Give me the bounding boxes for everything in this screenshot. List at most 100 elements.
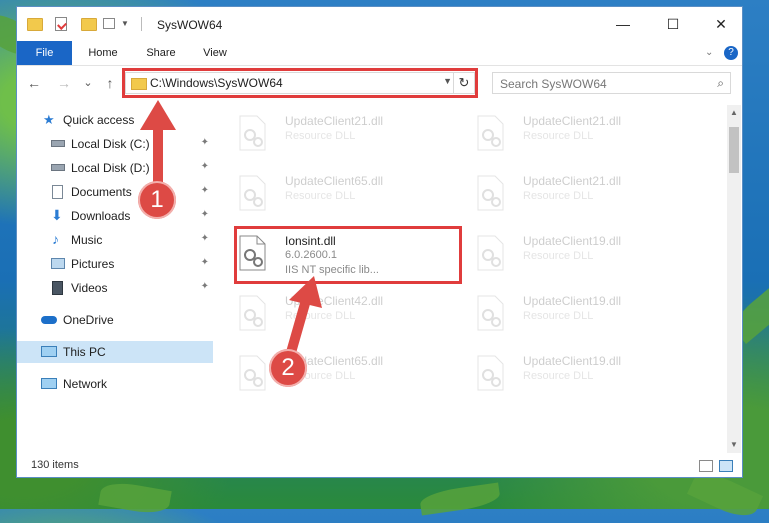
file-name: UpdateClient19.dll bbox=[523, 354, 622, 368]
sidebar-item-label: Videos bbox=[71, 281, 108, 295]
dll-file-icon bbox=[237, 295, 267, 331]
file-tile[interactable]: UpdateClient19.dll Resource DLL bbox=[451, 229, 676, 279]
file-type: Resource DLL bbox=[523, 190, 594, 202]
view-options-icon[interactable] bbox=[103, 18, 115, 29]
pin-icon[interactable]: ✦ bbox=[201, 257, 209, 268]
cloud-icon bbox=[41, 316, 57, 324]
up-button[interactable]: ↑ bbox=[101, 74, 119, 92]
large-icons-view-button[interactable] bbox=[719, 460, 733, 472]
ribbon-tabs: File Home Share View ⌄ ? bbox=[17, 41, 742, 66]
pin-icon[interactable]: ✦ bbox=[201, 209, 209, 220]
scroll-thumb[interactable] bbox=[729, 127, 739, 173]
sidebar-item-downloads[interactable]: ⬇ Downloads ✦ bbox=[17, 205, 213, 227]
videos-icon bbox=[52, 281, 63, 295]
maximize-button[interactable]: ☐ bbox=[653, 13, 693, 35]
file-tile[interactable]: UpdateClient21.dll Resource DLL bbox=[451, 169, 676, 219]
sidebar-item-onedrive[interactable]: OneDrive bbox=[17, 309, 213, 331]
file-highlight-box bbox=[234, 226, 462, 284]
tab-home[interactable]: Home bbox=[79, 41, 127, 65]
file-name: UpdateClient21.dll bbox=[523, 114, 622, 128]
dll-file-icon bbox=[475, 295, 505, 331]
file-tile[interactable]: UpdateClient42.dll Resource DLL bbox=[213, 289, 438, 339]
background-leaf bbox=[98, 479, 172, 517]
pin-icon[interactable]: ✦ bbox=[201, 185, 209, 196]
minimize-button[interactable]: — bbox=[603, 13, 643, 35]
file-name: UpdateClient19.dll bbox=[523, 294, 622, 308]
file-name: UpdateClient21.dll bbox=[523, 174, 622, 188]
new-folder-icon[interactable] bbox=[81, 18, 97, 31]
pin-icon[interactable]: ✦ bbox=[201, 161, 209, 172]
tab-file[interactable]: File bbox=[17, 41, 72, 65]
file-name: UpdateClient65.dll bbox=[285, 174, 384, 188]
back-button[interactable]: ← bbox=[25, 74, 43, 92]
dll-file-icon bbox=[475, 235, 505, 271]
sidebar-item-label: This PC bbox=[63, 345, 106, 359]
dll-file-icon bbox=[237, 175, 267, 211]
file-type: Resource DLL bbox=[523, 310, 594, 322]
file-tile[interactable]: UpdateClient19.dll Resource DLL bbox=[451, 349, 676, 399]
sidebar-item-music[interactable]: ♪ Music ✦ bbox=[17, 229, 213, 251]
navigation-pane: ★ Quick access Local Disk (C:) ✦ Local D… bbox=[17, 105, 213, 445]
tab-view[interactable]: View bbox=[193, 41, 237, 65]
file-type: Resource DLL bbox=[285, 190, 356, 202]
sidebar-item-videos[interactable]: Videos ✦ bbox=[17, 277, 213, 299]
search-box[interactable]: Search SysWOW64 ⌕ bbox=[492, 72, 731, 94]
dll-file-icon bbox=[475, 115, 505, 151]
help-icon[interactable]: ? bbox=[724, 46, 738, 60]
properties-icon[interactable] bbox=[55, 17, 67, 31]
network-icon bbox=[41, 378, 57, 389]
sidebar-item-this-pc[interactable]: This PC bbox=[17, 341, 213, 363]
vertical-scrollbar[interactable]: ▲ ▼ bbox=[727, 105, 741, 453]
file-tile[interactable]: UpdateClient65.dll Resource DLL bbox=[213, 349, 438, 399]
pin-icon[interactable]: ✦ bbox=[201, 281, 209, 292]
forward-button[interactable]: → bbox=[55, 74, 73, 92]
file-type: Resource DLL bbox=[523, 370, 594, 382]
sidebar-item-label: Local Disk (D:) bbox=[71, 161, 150, 175]
sidebar-item-label: Documents bbox=[71, 185, 132, 199]
sidebar-item-documents[interactable]: Documents ✦ bbox=[17, 181, 213, 203]
window-title: SysWOW64 bbox=[157, 18, 223, 32]
background-leaf bbox=[418, 482, 502, 516]
address-highlight-box bbox=[122, 68, 478, 98]
sidebar-item-label: Downloads bbox=[71, 209, 131, 223]
file-type: Resource DLL bbox=[285, 310, 356, 322]
file-name: UpdateClient21.dll bbox=[285, 114, 384, 128]
sidebar-item-network[interactable]: Network bbox=[17, 373, 213, 395]
search-icon: ⌕ bbox=[717, 76, 724, 90]
folder-icon bbox=[27, 18, 43, 31]
sidebar-item-label: Music bbox=[71, 233, 103, 247]
file-tile[interactable]: UpdateClient21.dll Resource DLL bbox=[451, 109, 676, 159]
chevron-down-icon[interactable]: ⌄ bbox=[705, 47, 713, 58]
sidebar-item-quick-access[interactable]: ★ Quick access bbox=[17, 109, 213, 131]
file-tile[interactable]: UpdateClient21.dll Resource DLL bbox=[213, 109, 438, 159]
file-tile[interactable]: UpdateClient19.dll Resource DLL bbox=[451, 289, 676, 339]
file-type: Resource DLL bbox=[285, 130, 356, 142]
pin-icon[interactable]: ✦ bbox=[201, 233, 209, 244]
sidebar-item-pictures[interactable]: Pictures ✦ bbox=[17, 253, 213, 275]
scroll-down-button[interactable]: ▼ bbox=[727, 439, 741, 451]
close-button[interactable]: ✕ bbox=[701, 13, 741, 35]
tab-share[interactable]: Share bbox=[137, 41, 185, 65]
drive-icon bbox=[51, 140, 65, 147]
title-bar: ▼ SysWOW64 — ☐ ✕ bbox=[17, 7, 742, 41]
star-icon: ★ bbox=[43, 112, 55, 127]
details-view-button[interactable] bbox=[699, 460, 713, 472]
dll-file-icon bbox=[237, 355, 267, 391]
scroll-up-button[interactable]: ▲ bbox=[727, 107, 741, 119]
sidebar-item-label: Pictures bbox=[71, 257, 115, 271]
file-type: Resource DLL bbox=[523, 250, 594, 262]
dll-file-icon bbox=[475, 175, 505, 211]
documents-icon bbox=[52, 185, 63, 199]
sidebar-item-label: Local Disk (C:) bbox=[71, 137, 150, 151]
recent-locations-button[interactable]: ⌄ bbox=[79, 74, 97, 92]
sidebar-item-local-disk-d[interactable]: Local Disk (D:) ✦ bbox=[17, 157, 213, 179]
sidebar-item-label: Quick access bbox=[63, 113, 135, 127]
search-placeholder[interactable]: Search SysWOW64 bbox=[500, 77, 607, 91]
pin-icon[interactable]: ✦ bbox=[201, 137, 209, 148]
file-name: UpdateClient19.dll bbox=[523, 234, 622, 248]
pictures-icon bbox=[51, 258, 65, 269]
file-tile[interactable]: UpdateClient65.dll Resource DLL bbox=[213, 169, 438, 219]
sidebar-item-local-disk-c[interactable]: Local Disk (C:) ✦ bbox=[17, 133, 213, 155]
customize-toolbar-icon[interactable]: ▼ bbox=[121, 19, 129, 35]
dll-file-icon bbox=[237, 115, 267, 151]
